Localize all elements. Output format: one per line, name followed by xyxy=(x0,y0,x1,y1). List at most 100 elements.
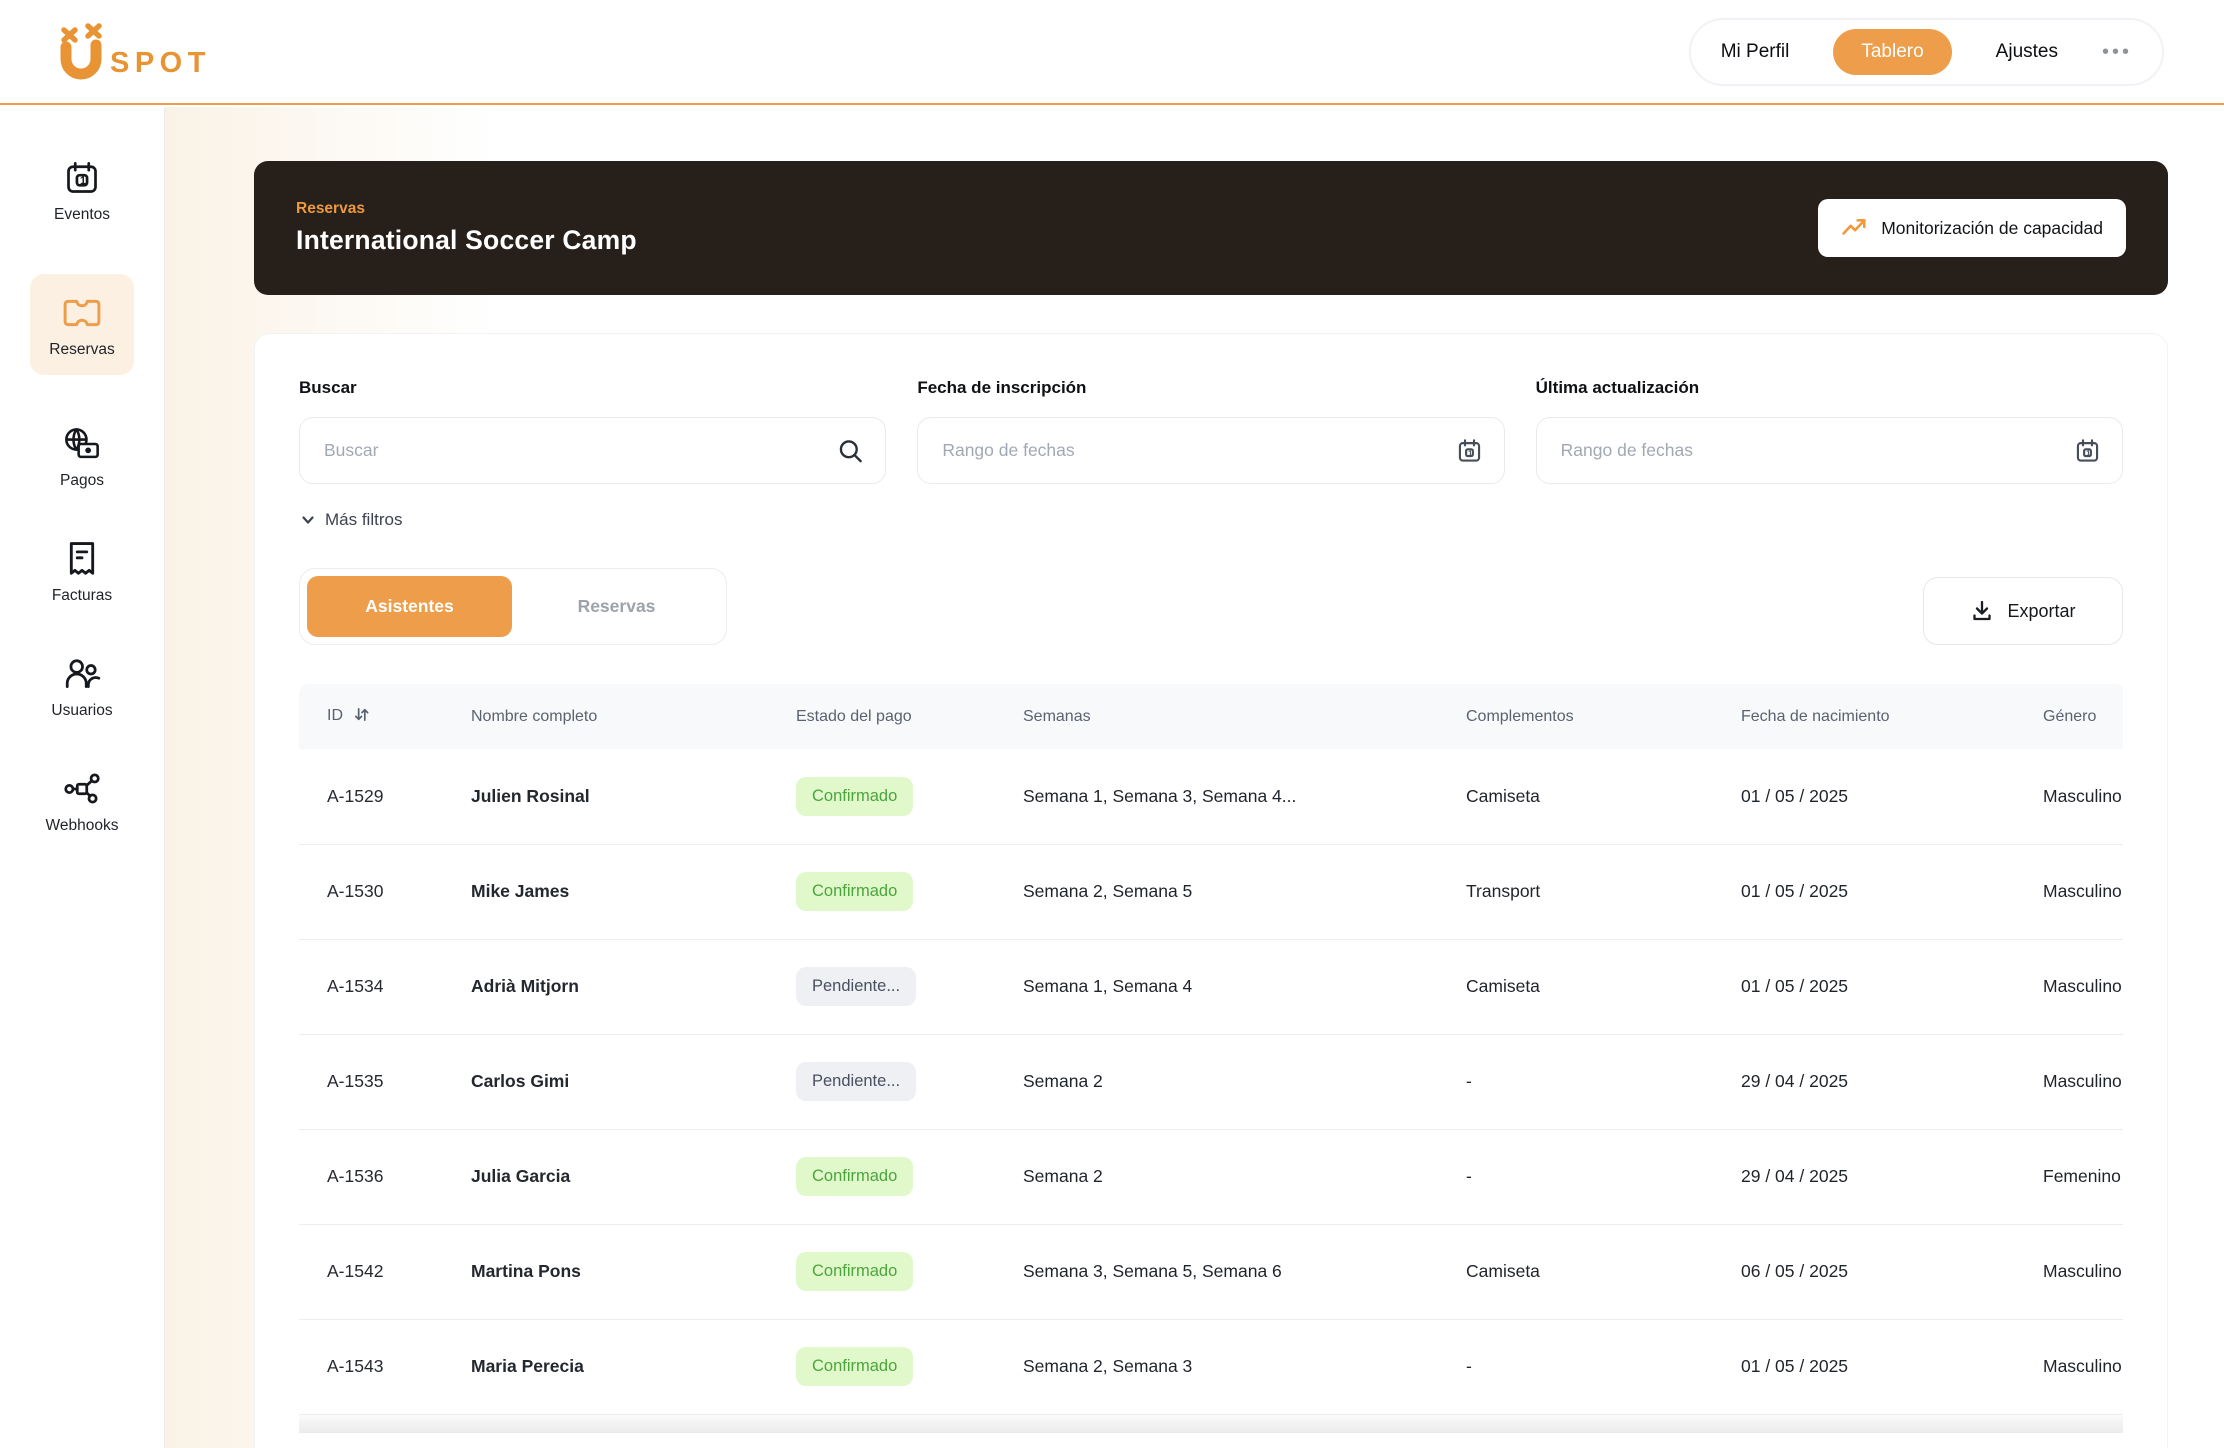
tab-reservas[interactable]: Reservas xyxy=(514,576,719,637)
attendee-addons: Transport xyxy=(1466,844,1741,939)
main-content: Reservas International Soccer Camp Monit… xyxy=(165,107,2224,1448)
column-fecha-nacimiento: Fecha de nacimiento xyxy=(1741,684,2043,749)
table-row[interactable]: A-1535 Carlos Gimi Pendiente... Semana 2… xyxy=(299,1034,2123,1129)
nav-profile[interactable]: Mi Perfil xyxy=(1721,41,1790,63)
tab-asistentes[interactable]: Asistentes xyxy=(307,576,512,637)
attendee-gender: Masculino xyxy=(2043,939,2123,1034)
attendee-weeks: Semana 2, Semana 3 xyxy=(1023,1319,1466,1414)
svg-text:1: 1 xyxy=(80,175,86,187)
sidebar-item-eventos[interactable]: 1 Eventos xyxy=(54,159,110,224)
attendee-gender: Masculino xyxy=(2043,1319,2123,1414)
table-row[interactable]: A-1530 Mike James Confirmado Semana 2, S… xyxy=(299,844,2123,939)
more-filters-label: Más filtros xyxy=(325,510,402,530)
payment-status-badge: Pendiente... xyxy=(796,967,916,1006)
attendee-name: Maria Perecia xyxy=(471,1319,796,1414)
attendee-name: Adrià Mitjorn xyxy=(471,939,796,1034)
attendee-name: Julia Garcia xyxy=(471,1129,796,1224)
sidebar-item-usuarios[interactable]: Usuarios xyxy=(51,655,112,720)
attendee-gender: Masculino xyxy=(2043,749,2123,844)
uspot-logo: SPOT xyxy=(52,21,224,83)
attendee-addons: Camiseta xyxy=(1466,1224,1741,1319)
attendee-id: A-1536 xyxy=(299,1129,471,1224)
event-header-card: Reservas International Soccer Camp Monit… xyxy=(254,161,2168,295)
attendee-id: A-1535 xyxy=(299,1034,471,1129)
attendee-addons: Camiseta xyxy=(1466,939,1741,1034)
uspot-logo-icon: SPOT xyxy=(52,21,224,83)
top-bar: SPOT Mi Perfil Tablero Ajustes ••• xyxy=(0,0,2224,105)
sort-icon[interactable] xyxy=(353,710,370,727)
search-input[interactable] xyxy=(299,417,886,484)
capacity-monitoring-button[interactable]: Monitorización de capacidad xyxy=(1818,199,2126,257)
attendee-birthdate: 01 / 05 / 2025 xyxy=(1741,1319,2043,1414)
table-header: ID Nombre completo Estado del pago Seman… xyxy=(299,684,2123,749)
column-semanas: Semanas xyxy=(1023,684,1466,749)
sidebar: 1 Eventos Reservas Pagos xyxy=(0,107,165,1448)
attendee-id: A-1543 xyxy=(299,1319,471,1414)
attendees-table-body: A-1529 Julien Rosinal Confirmado Semana … xyxy=(299,749,2123,1414)
calendar-icon: 1 xyxy=(63,159,101,197)
nav-dashboard[interactable]: Tablero xyxy=(1833,29,1951,75)
attendee-weeks: Semana 3, Semana 5, Semana 6 xyxy=(1023,1224,1466,1319)
attendee-birthdate: 29 / 04 / 2025 xyxy=(1741,1034,2043,1129)
attendee-gender: Masculino xyxy=(2043,844,2123,939)
attendee-weeks: Semana 1, Semana 4 xyxy=(1023,939,1466,1034)
sidebar-label: Webhooks xyxy=(46,817,119,835)
table-row[interactable]: A-1534 Adrià Mitjorn Pendiente... Semana… xyxy=(299,939,2123,1034)
search-label: Buscar xyxy=(299,378,886,398)
table-row[interactable]: A-1542 Martina Pons Confirmado Semana 3,… xyxy=(299,1224,2123,1319)
attendee-gender: Femenino xyxy=(2043,1129,2123,1224)
inscription-date-input[interactable] xyxy=(917,417,1504,484)
table-row[interactable]: A-1543 Maria Perecia Confirmado Semana 2… xyxy=(299,1319,2123,1414)
svg-text:SPOT: SPOT xyxy=(110,47,211,79)
table-row[interactable]: A-1536 Julia Garcia Confirmado Semana 2 … xyxy=(299,1129,2123,1224)
sidebar-item-facturas[interactable]: Facturas xyxy=(52,540,112,605)
attendee-addons: - xyxy=(1466,1034,1741,1129)
attendee-addons: Camiseta xyxy=(1466,749,1741,844)
sidebar-item-webhooks[interactable]: Webhooks xyxy=(46,770,119,835)
payment-status-badge: Confirmado xyxy=(796,872,913,911)
download-icon xyxy=(1970,599,1994,623)
payment-status-badge: Pendiente... xyxy=(796,1062,916,1101)
page-title: International Soccer Camp xyxy=(296,225,637,256)
sidebar-item-reservas[interactable]: Reservas xyxy=(30,274,134,375)
scroll-fade xyxy=(299,1414,2123,1433)
attendee-gender: Masculino xyxy=(2043,1224,2123,1319)
attendee-id: A-1542 xyxy=(299,1224,471,1319)
attendee-name: Martina Pons xyxy=(471,1224,796,1319)
sidebar-label: Facturas xyxy=(52,587,112,605)
export-label: Exportar xyxy=(2007,601,2075,622)
sidebar-label: Reservas xyxy=(49,341,114,359)
filters-row: Buscar Fecha de inscripción xyxy=(299,378,2123,484)
table-toolbar: Asistentes Reservas Exportar xyxy=(299,568,2123,645)
more-filters-toggle[interactable]: Más filtros xyxy=(299,510,402,530)
nav-settings[interactable]: Ajustes xyxy=(1996,41,2058,63)
trending-up-icon xyxy=(1841,216,1868,240)
last-update-filter-group: Última actualización 1 xyxy=(1536,378,2123,484)
attendee-birthdate: 01 / 05 / 2025 xyxy=(1741,939,2043,1034)
calendar-icon[interactable]: 1 xyxy=(2074,437,2101,464)
sidebar-label: Pagos xyxy=(60,472,104,490)
globe-money-icon xyxy=(63,425,101,463)
column-estado: Estado del pago xyxy=(796,684,1023,749)
payment-status-badge: Confirmado xyxy=(796,1157,913,1196)
sidebar-label: Eventos xyxy=(54,206,110,224)
attendees-table: ID Nombre completo Estado del pago Seman… xyxy=(299,684,2123,1433)
webhook-icon xyxy=(63,770,101,808)
attendee-addons: - xyxy=(1466,1319,1741,1414)
capacity-monitoring-label: Monitorización de capacidad xyxy=(1881,218,2103,239)
svg-text:1: 1 xyxy=(2086,448,2090,457)
last-update-input[interactable] xyxy=(1536,417,2123,484)
more-options-icon[interactable]: ••• xyxy=(2102,42,2132,62)
export-button[interactable]: Exportar xyxy=(1923,577,2123,645)
sidebar-label: Usuarios xyxy=(51,702,112,720)
view-tabs: Asistentes Reservas xyxy=(299,568,727,645)
calendar-icon[interactable]: 1 xyxy=(1456,437,1483,464)
payment-status-badge: Confirmado xyxy=(796,1252,913,1291)
column-complementos: Complementos xyxy=(1466,684,1741,749)
sidebar-item-pagos[interactable]: Pagos xyxy=(60,425,104,490)
attendee-gender: Masculino xyxy=(2043,1034,2123,1129)
attendee-weeks: Semana 1, Semana 3, Semana 4... xyxy=(1023,749,1466,844)
table-row[interactable]: A-1529 Julien Rosinal Confirmado Semana … xyxy=(299,749,2123,844)
attendee-weeks: Semana 2, Semana 5 xyxy=(1023,844,1466,939)
top-navigation: Mi Perfil Tablero Ajustes ••• xyxy=(1689,18,2164,86)
